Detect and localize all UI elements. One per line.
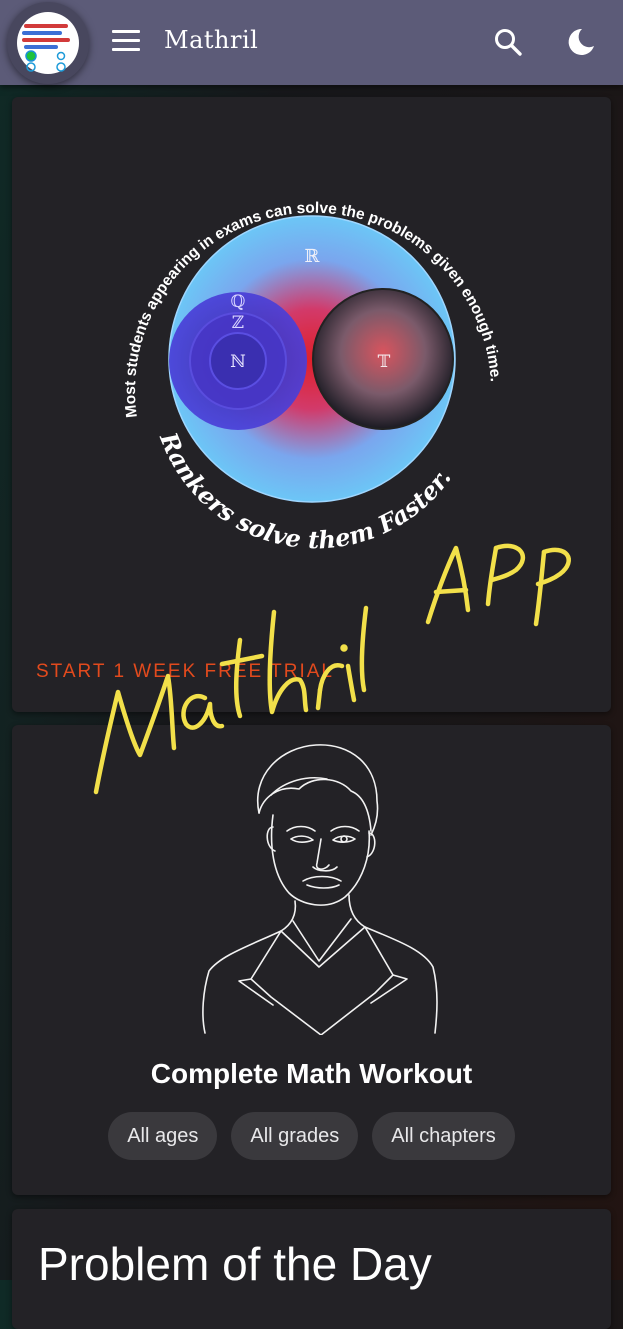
hero-card: ℝ ℚ ℤ ℕ 𝕋 Most students appearing in exa… (12, 97, 611, 712)
problem-of-the-day-card[interactable]: Problem of the Day (12, 1209, 611, 1329)
filter-chips: All ages All grades All chapters (12, 1112, 611, 1160)
venn-illustration: ℝ ℚ ℤ ℕ 𝕋 Most students appearing in exa… (122, 200, 504, 555)
app-bar: Mathril (0, 0, 623, 85)
moon-icon[interactable] (565, 26, 597, 58)
logo-icon (17, 12, 79, 74)
chip-all-grades[interactable]: All grades (231, 1112, 359, 1160)
venn-label-q: ℚ (231, 292, 246, 312)
app-logo[interactable] (7, 2, 89, 84)
start-free-trial-button[interactable]: START 1 WEEK FREE TRIAL (36, 661, 334, 683)
search-icon[interactable] (492, 26, 524, 58)
chip-all-chapters[interactable]: All chapters (372, 1112, 515, 1160)
venn-label-t: 𝕋 (378, 352, 391, 372)
venn-label-r: ℝ (305, 246, 321, 267)
hamburger-menu-icon[interactable] (112, 30, 142, 54)
venn-label-n: ℕ (230, 352, 246, 372)
workout-card[interactable]: Complete Math Workout All ages All grades… (12, 725, 611, 1195)
mathematician-portrait-icon (202, 744, 438, 1035)
workout-title: Complete Math Workout (150, 1058, 473, 1089)
problem-of-the-day-title: Problem of the Day (38, 1238, 432, 1290)
venn-label-z: ℤ (232, 313, 244, 333)
chip-all-ages[interactable]: All ages (108, 1112, 218, 1160)
app-title: Mathril (164, 26, 259, 54)
